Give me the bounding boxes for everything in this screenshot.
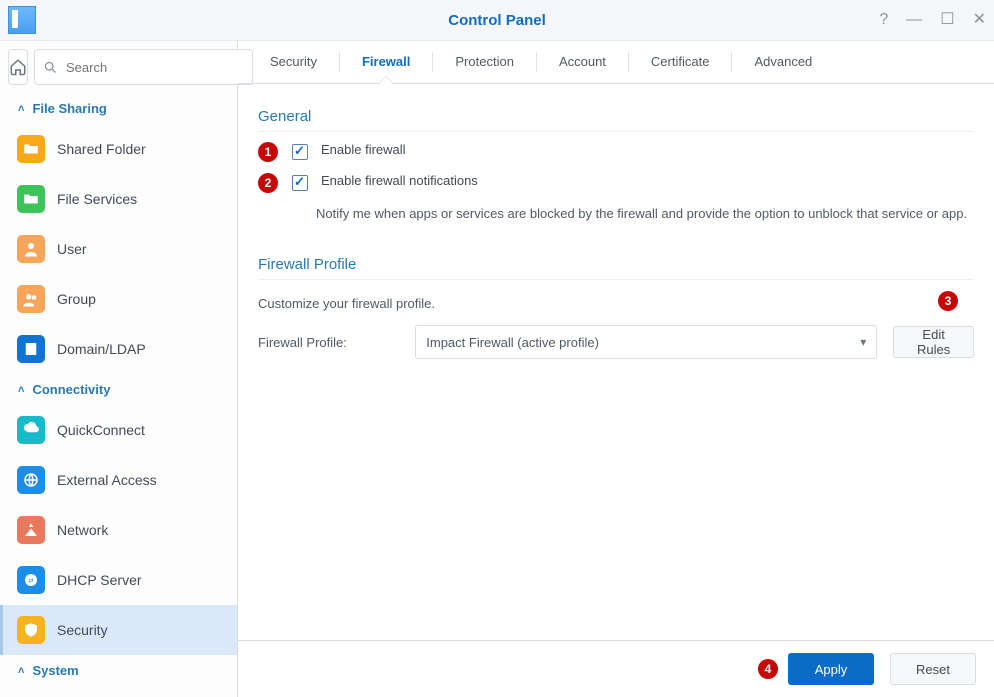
enable-firewall-label: Enable firewall (321, 142, 406, 157)
profile-select[interactable]: Impact Firewall (active profile) (415, 325, 877, 359)
window-title: Control Panel (0, 12, 994, 29)
profile-field-label: Firewall Profile: (258, 335, 399, 350)
main-panel: SecurityFirewallProtectionAccountCertifi… (238, 41, 994, 697)
sidebar-item-network[interactable]: Network (0, 505, 237, 555)
sidebar-item-user[interactable]: User (0, 224, 237, 274)
tab-advanced[interactable]: Advanced (732, 41, 834, 83)
sidebar-section-system[interactable]: ˄ System (0, 655, 237, 686)
sidebar-item-dhcp-server[interactable]: ⇄ DHCP Server (0, 555, 237, 605)
search-icon (43, 60, 58, 75)
help-icon[interactable]: ? (879, 12, 888, 28)
domain-ldap-icon (17, 335, 45, 363)
enable-notifications-checkbox[interactable] (292, 175, 308, 191)
sidebar-item-label: Group (57, 291, 96, 307)
home-button[interactable] (8, 49, 28, 85)
sidebar-item-label: External Access (57, 472, 157, 488)
enable-notifications-label: Enable firewall notifications (321, 173, 478, 188)
user-icon (17, 235, 45, 263)
sidebar-item-info-center[interactable]: iInfo Center (0, 686, 237, 697)
svg-text:⇄: ⇄ (28, 577, 33, 584)
network-icon (17, 516, 45, 544)
edit-rules-button[interactable]: Edit Rules (893, 326, 974, 358)
sidebar-item-external-access[interactable]: External Access (0, 455, 237, 505)
panel-body: General 1 Enable firewall 2 Enable firew… (238, 84, 994, 640)
shared-folder-icon (17, 135, 45, 163)
sidebar-item-label: DHCP Server (57, 572, 142, 588)
apply-button[interactable]: Apply (788, 653, 874, 685)
search-field[interactable] (34, 49, 253, 85)
sidebar-section-label: System (32, 663, 78, 678)
tab-security[interactable]: Security (248, 41, 339, 83)
chevron-up-icon: ˄ (18, 384, 24, 396)
sidebar-section-connectivity[interactable]: ˄ Connectivity (0, 374, 237, 405)
sidebar-item-security[interactable]: Security (0, 605, 237, 655)
sidebar-item-label: Security (57, 622, 108, 638)
profile-blurb: Customize your firewall profile. (258, 294, 938, 314)
annotation-badge-2: 2 (258, 173, 278, 193)
tab-certificate[interactable]: Certificate (629, 41, 732, 83)
sidebar-item-label: File Services (57, 191, 137, 207)
profile-select-value: Impact Firewall (active profile) (426, 335, 599, 350)
tab-protection[interactable]: Protection (433, 41, 536, 83)
annotation-badge-3: 3 (938, 291, 958, 311)
section-heading-general: General (258, 108, 974, 132)
sidebar: ˄ File Sharing Shared Folder File Services U… (0, 41, 238, 697)
maximize-icon[interactable]: ☐ (940, 12, 954, 28)
sidebar-item-label: Shared Folder (57, 141, 146, 157)
sidebar-nav: ˄ File Sharing Shared Folder File Services U… (0, 93, 237, 697)
chevron-up-icon: ˄ (18, 665, 24, 677)
close-icon[interactable]: ✕ (973, 12, 986, 28)
enable-notifications-description: Notify me when apps or services are bloc… (316, 204, 974, 224)
tab-firewall[interactable]: Firewall (340, 41, 432, 83)
quickconnect-icon (17, 416, 45, 444)
sidebar-item-label: QuickConnect (57, 422, 145, 438)
dhcp-server-icon: ⇄ (17, 566, 45, 594)
sidebar-section-file-sharing[interactable]: ˄ File Sharing (0, 93, 237, 124)
annotation-badge-1: 1 (258, 142, 278, 162)
sidebar-section-label: File Sharing (32, 101, 106, 116)
section-heading-profile: Firewall Profile (258, 256, 974, 280)
sidebar-item-label: Network (57, 522, 108, 538)
chevron-up-icon: ˄ (18, 103, 24, 115)
sidebar-item-quickconnect[interactable]: QuickConnect (0, 405, 237, 455)
sidebar-item-group[interactable]: Group (0, 274, 237, 324)
search-input[interactable] (64, 59, 244, 76)
security-icon (17, 616, 45, 644)
file-services-icon (17, 185, 45, 213)
sidebar-item-label: User (57, 241, 87, 257)
group-icon (17, 285, 45, 313)
footer: 4 Apply Reset (238, 640, 994, 697)
tab-account[interactable]: Account (537, 41, 628, 83)
sidebar-section-label: Connectivity (32, 382, 110, 397)
external-access-icon (17, 466, 45, 494)
sidebar-item-file-services[interactable]: File Services (0, 174, 237, 224)
minimize-icon[interactable]: — (906, 12, 922, 28)
reset-button[interactable]: Reset (890, 653, 976, 685)
tab-bar: SecurityFirewallProtectionAccountCertifi… (238, 41, 994, 84)
annotation-badge-4: 4 (758, 659, 778, 679)
enable-firewall-checkbox[interactable] (292, 144, 308, 160)
sidebar-item-domain-ldap[interactable]: Domain/LDAP (0, 324, 237, 374)
sidebar-item-label: Domain/LDAP (57, 341, 146, 357)
sidebar-item-shared-folder[interactable]: Shared Folder (0, 124, 237, 174)
